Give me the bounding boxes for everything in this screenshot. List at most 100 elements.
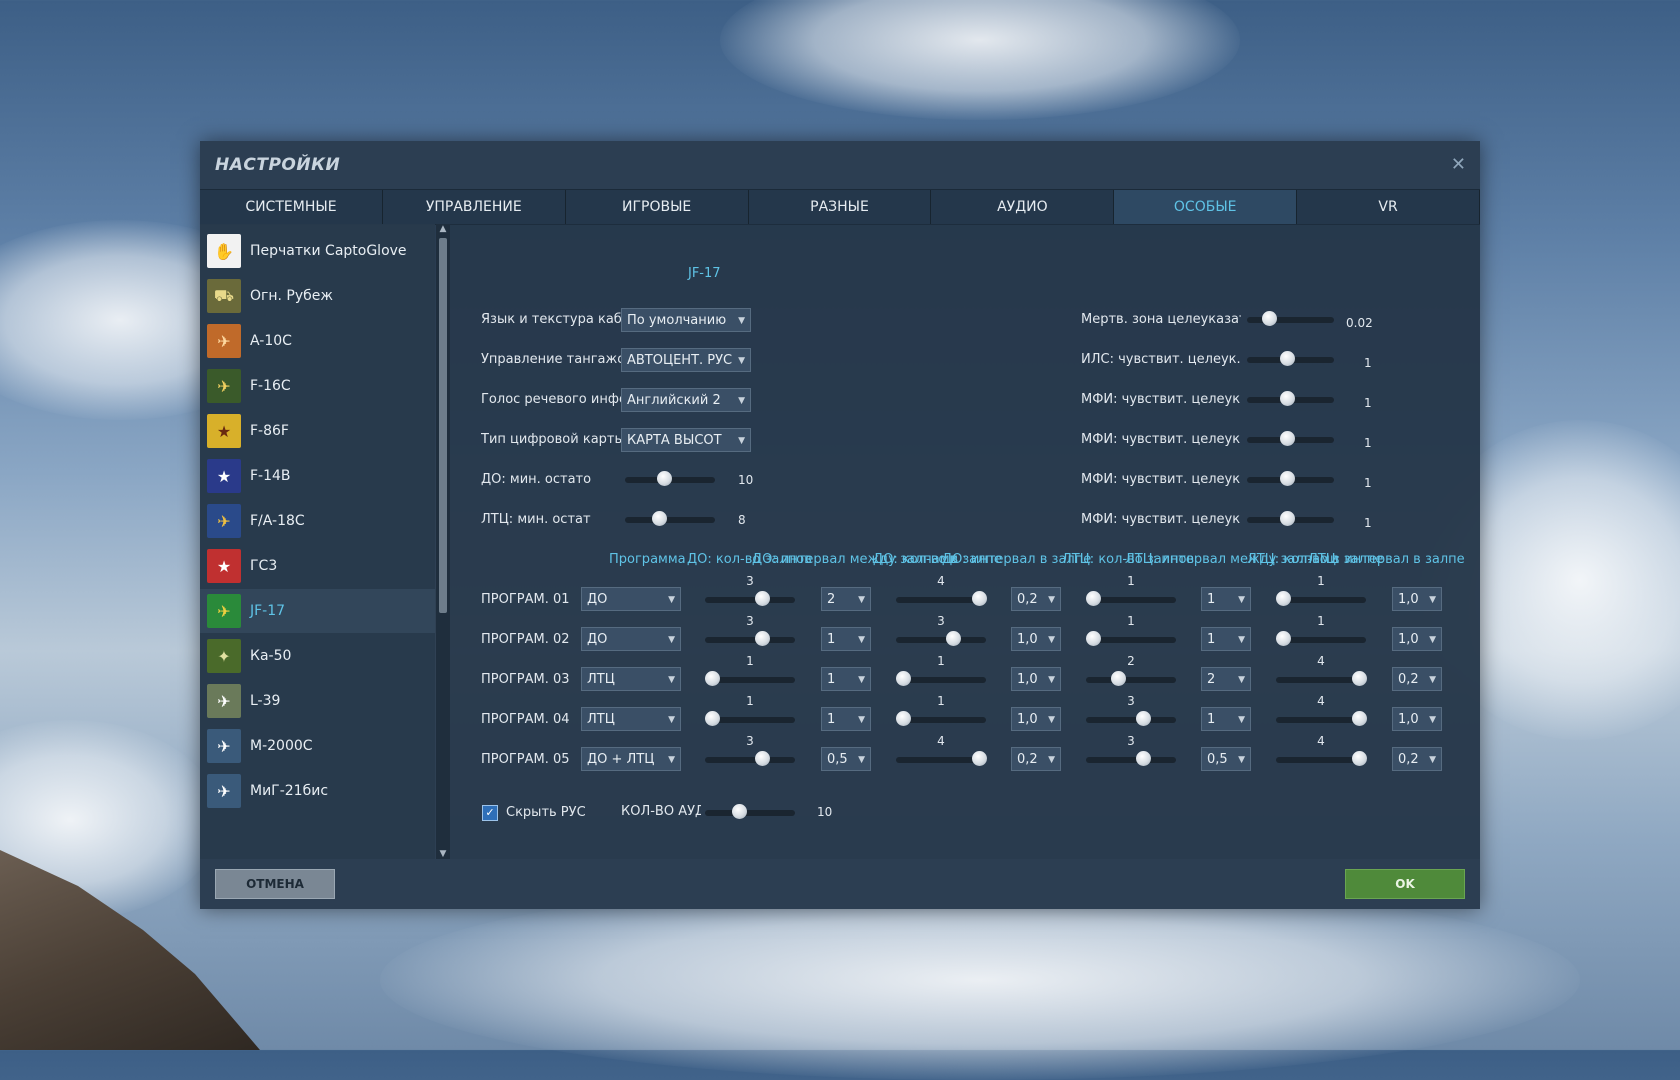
slider-knob[interactable] <box>656 471 672 486</box>
program-value-dropdown[interactable]: 1 ▼ <box>821 627 871 651</box>
slider-knob[interactable] <box>1276 591 1291 606</box>
program-value-dropdown[interactable]: 0,2 ▼ <box>1392 747 1442 771</box>
slider[interactable] <box>1276 671 1367 686</box>
tab-4[interactable]: РАЗНЫЕ <box>749 190 932 224</box>
sidebar-item[interactable]: ✋ Перчатки CaptoGlove <box>200 229 435 273</box>
slider-knob[interactable] <box>972 751 987 766</box>
program-value-dropdown[interactable]: 1 ▼ <box>1201 707 1251 731</box>
program-type-dropdown[interactable]: ДО + ЛТЦ ▼ <box>581 747 681 771</box>
slider[interactable] <box>1247 391 1334 406</box>
program-value-dropdown[interactable]: 2 ▼ <box>821 587 871 611</box>
scroll-thumb[interactable] <box>439 238 447 613</box>
slider-knob[interactable] <box>1279 431 1295 446</box>
cancel-button[interactable]: ОТМЕНА <box>215 869 335 899</box>
slider[interactable] <box>705 631 795 646</box>
tab-7[interactable]: VR <box>1297 190 1481 224</box>
slider-knob[interactable] <box>755 631 771 646</box>
slider[interactable] <box>1247 431 1334 446</box>
slider-knob[interactable] <box>1136 751 1152 766</box>
slider-knob[interactable] <box>946 631 962 646</box>
slider[interactable] <box>705 804 795 819</box>
slider[interactable] <box>896 751 987 766</box>
slider[interactable] <box>1276 711 1367 726</box>
slider-knob[interactable] <box>1086 591 1101 606</box>
ok-button[interactable]: OK <box>1345 869 1465 899</box>
setting-dropdown[interactable]: По умолчанию ▼ <box>621 308 751 332</box>
sidebar-item[interactable]: ★ F-86F <box>200 409 435 453</box>
slider-knob[interactable] <box>1352 711 1367 726</box>
slider[interactable] <box>1276 631 1366 646</box>
tab-1[interactable]: СИСТЕМНЫЕ <box>200 190 383 224</box>
program-value-dropdown[interactable]: 1,0 ▼ <box>1392 587 1442 611</box>
sidebar-item[interactable]: ✦ Ка-50 <box>200 634 435 678</box>
setting-dropdown[interactable]: КАРТА ВЫСОТ ▼ <box>621 428 751 452</box>
slider-knob[interactable] <box>705 671 720 686</box>
slider-knob[interactable] <box>896 711 911 726</box>
scroll-down-icon[interactable]: ▼ <box>438 849 448 859</box>
program-value-dropdown[interactable]: 1,0 ▼ <box>1011 627 1061 651</box>
slider[interactable] <box>705 711 795 726</box>
slider-knob[interactable] <box>1261 311 1277 326</box>
slider[interactable] <box>1086 751 1176 766</box>
slider-knob[interactable] <box>1279 471 1295 486</box>
slider[interactable] <box>1086 711 1176 726</box>
sidebar-item[interactable]: ✈ МиГ-21бис <box>200 769 435 813</box>
slider[interactable] <box>896 711 986 726</box>
sidebar-scrollbar[interactable]: ▲ ▼ <box>436 224 450 859</box>
slider[interactable] <box>705 591 795 606</box>
slider[interactable] <box>1086 671 1176 686</box>
program-value-dropdown[interactable]: 1,0 ▼ <box>1011 667 1061 691</box>
tab-2[interactable]: УПРАВЛЕНИЕ <box>383 190 566 224</box>
slider[interactable] <box>705 671 795 686</box>
slider-knob[interactable] <box>1136 711 1152 726</box>
slider[interactable] <box>625 471 715 486</box>
program-value-dropdown[interactable]: 0,2 ▼ <box>1011 587 1061 611</box>
program-value-dropdown[interactable]: 0,2 ▼ <box>1011 747 1061 771</box>
program-value-dropdown[interactable]: 1 ▼ <box>1201 587 1251 611</box>
tab-5[interactable]: АУДИО <box>931 190 1115 224</box>
slider[interactable] <box>1247 311 1334 326</box>
slider[interactable] <box>1276 591 1366 606</box>
slider-knob[interactable] <box>1352 751 1367 766</box>
slider[interactable] <box>896 591 987 606</box>
sidebar-item[interactable]: ✈ L-39 <box>200 679 435 723</box>
sidebar-item[interactable]: ✈ A-10C <box>200 319 435 363</box>
program-value-dropdown[interactable]: 0,5 ▼ <box>821 747 871 771</box>
program-value-dropdown[interactable]: 0,5 ▼ <box>1201 747 1251 771</box>
program-value-dropdown[interactable]: 1,0 ▼ <box>1392 627 1442 651</box>
slider[interactable] <box>1247 471 1334 486</box>
scroll-up-icon[interactable]: ▲ <box>438 224 448 234</box>
program-value-dropdown[interactable]: 1 ▼ <box>1201 627 1251 651</box>
slider-knob[interactable] <box>1276 631 1291 646</box>
slider[interactable] <box>705 751 795 766</box>
program-value-dropdown[interactable]: 1,0 ▼ <box>1392 707 1442 731</box>
program-type-dropdown[interactable]: ЛТЦ ▼ <box>581 707 681 731</box>
program-type-dropdown[interactable]: ЛТЦ ▼ <box>581 667 681 691</box>
slider[interactable] <box>1086 591 1176 606</box>
setting-dropdown[interactable]: АВТОЦЕНТ. РУС ▼ <box>621 348 751 372</box>
program-type-dropdown[interactable]: ДО ▼ <box>581 587 681 611</box>
close-icon[interactable]: ✕ <box>1451 154 1466 175</box>
slider-knob[interactable] <box>1111 671 1127 686</box>
program-value-dropdown[interactable]: 0,2 ▼ <box>1392 667 1442 691</box>
tab-3[interactable]: ИГРОВЫЕ <box>566 190 749 224</box>
sidebar-item[interactable]: ✈ F/A-18C <box>200 499 435 543</box>
slider-knob[interactable] <box>652 511 668 526</box>
slider[interactable] <box>1276 751 1367 766</box>
sidebar-item[interactable]: ★ ГС3 <box>200 544 435 588</box>
setting-dropdown[interactable]: Английский 2 ▼ <box>621 388 751 412</box>
slider[interactable] <box>896 631 986 646</box>
slider-knob[interactable] <box>731 804 747 819</box>
program-type-dropdown[interactable]: ДО ▼ <box>581 627 681 651</box>
program-value-dropdown[interactable]: 2 ▼ <box>1201 667 1251 691</box>
slider[interactable] <box>625 511 715 526</box>
program-value-dropdown[interactable]: 1 ▼ <box>821 707 871 731</box>
slider[interactable] <box>1086 631 1176 646</box>
slider[interactable] <box>1247 351 1334 366</box>
sidebar-item[interactable]: ✈ F-16C <box>200 364 435 408</box>
slider-knob[interactable] <box>1279 511 1295 526</box>
slider-knob[interactable] <box>705 711 720 726</box>
slider-knob[interactable] <box>755 751 771 766</box>
sidebar-item[interactable]: ★ F-14B <box>200 454 435 498</box>
slider-knob[interactable] <box>972 591 987 606</box>
